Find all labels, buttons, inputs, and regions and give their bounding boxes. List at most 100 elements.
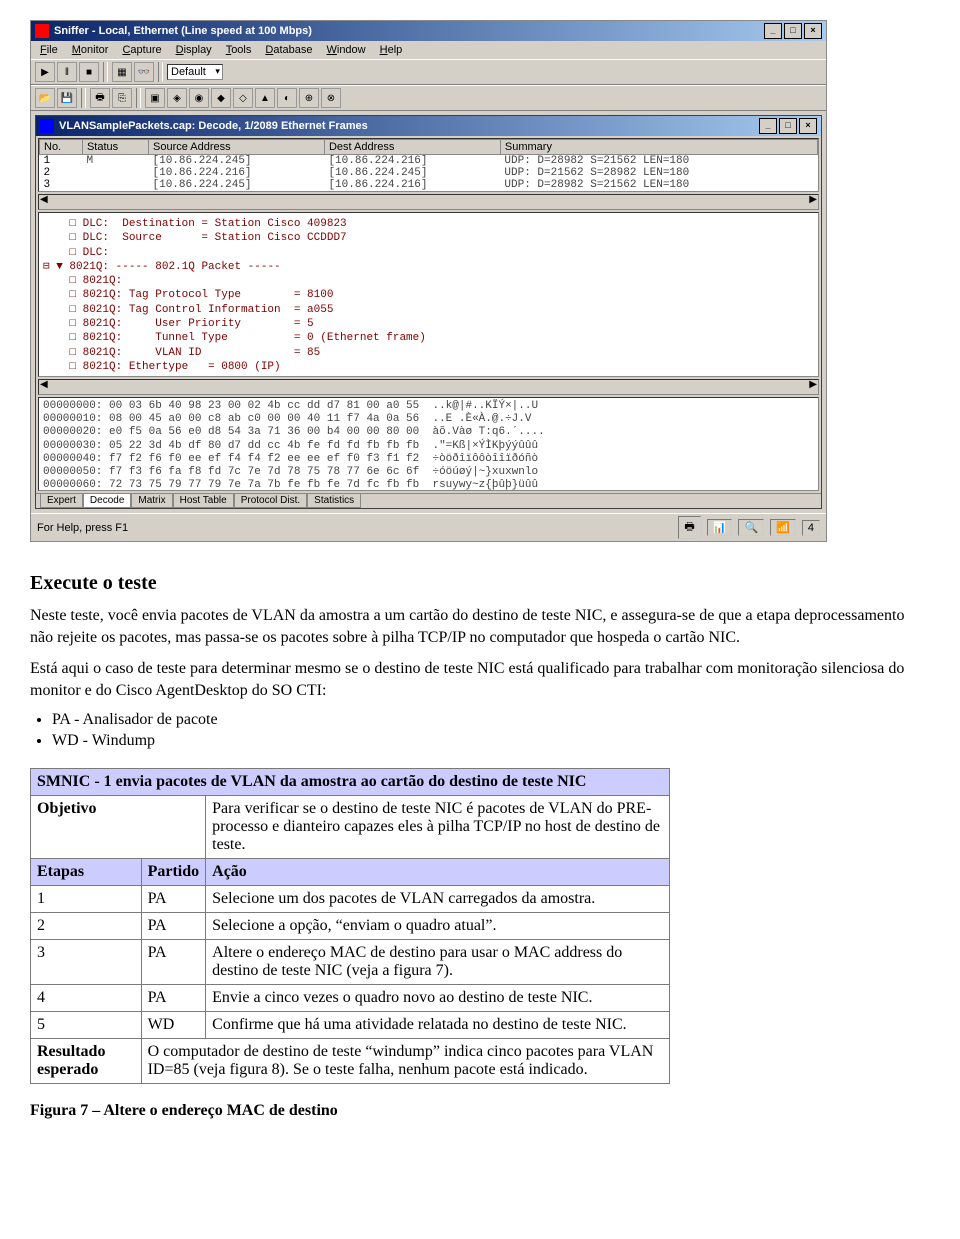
cell: [10.86.224.245] xyxy=(149,155,325,168)
maximize-button[interactable]: □ xyxy=(784,23,802,39)
decode-line: □ 8021Q: Tunnel Type = 0 (Ethernet frame… xyxy=(43,331,814,345)
figure-caption: Figura 7 – Altere o endereço MAC de dest… xyxy=(30,1102,930,1120)
menu-display[interactable]: Display xyxy=(171,43,217,57)
status-icon: 📊 xyxy=(707,519,733,536)
minimize-button[interactable]: _ xyxy=(764,23,782,39)
copy-icon[interactable]: ⎘ xyxy=(112,88,132,108)
step-number: 3 xyxy=(31,940,142,985)
list-item: WD - Windump xyxy=(52,732,930,750)
test-case-table: SMNIC - 1 envia pacotes de VLAN da amost… xyxy=(30,768,670,1084)
cell: [10.86.224.245] xyxy=(324,167,500,179)
cell: [10.86.224.216] xyxy=(149,167,325,179)
paragraph: Neste teste, você envia pacotes de VLAN … xyxy=(30,605,930,648)
tool-icon[interactable]: ▲ xyxy=(255,88,275,108)
menu-window[interactable]: Window xyxy=(321,43,370,57)
save-icon[interactable]: 💾 xyxy=(57,88,77,108)
tool-icon[interactable]: ⊕ xyxy=(299,88,319,108)
col-source[interactable]: Source Address xyxy=(149,140,325,155)
cell xyxy=(82,179,148,191)
app-titlebar: Sniffer - Local, Ethernet (Line speed at… xyxy=(31,21,826,41)
bullet-list: PA - Analisador de pacote WD - Windump xyxy=(52,711,930,750)
col-steps: Etapas xyxy=(31,859,142,886)
packet-row[interactable]: 3 [10.86.224.245] [10.86.224.216] UDP: D… xyxy=(40,179,818,191)
sub-close-button[interactable]: × xyxy=(799,118,817,134)
window-controls: _ □ × xyxy=(764,23,822,39)
play-icon[interactable]: ▶ xyxy=(35,62,55,82)
bottom-tabs: Expert Decode Matrix Host Table Protocol… xyxy=(36,493,821,508)
hex-line: 00000040: f7 f2 f6 f0 ee ef f4 f4 f2 ee … xyxy=(43,453,814,466)
step-action: Confirme que há uma atividade relatada n… xyxy=(206,1012,670,1039)
tool-icon[interactable]: ◉ xyxy=(189,88,209,108)
menu-capture[interactable]: Capture xyxy=(117,43,166,57)
step-number: 1 xyxy=(31,886,142,913)
cell xyxy=(82,167,148,179)
col-status[interactable]: Status xyxy=(82,140,148,155)
stop-icon[interactable]: ■ xyxy=(79,62,99,82)
result-row: Resultado esperado O computador de desti… xyxy=(31,1039,670,1084)
app-icon xyxy=(35,24,49,38)
toolbar-1: ▶ ‖ ■ ▦ 👓 Default xyxy=(31,59,826,85)
tool-icon[interactable]: ◇ xyxy=(233,88,253,108)
horizontal-scrollbar[interactable] xyxy=(38,194,819,210)
tool-icon[interactable]: ▣ xyxy=(145,88,165,108)
tool-icon[interactable]: ⊗ xyxy=(321,88,341,108)
print-icon[interactable]: 🖶 xyxy=(90,88,110,108)
profile-dropdown-value: Default xyxy=(171,66,206,78)
step-party: PA xyxy=(141,913,206,940)
pause-icon[interactable]: ‖ xyxy=(57,62,77,82)
tab-protocol-dist[interactable]: Protocol Dist. xyxy=(234,494,307,508)
tool-icon[interactable]: ◈ xyxy=(167,88,187,108)
status-page: 4 xyxy=(802,520,820,536)
open-icon[interactable]: 📂 xyxy=(35,88,55,108)
menu-database[interactable]: Database xyxy=(260,43,317,57)
horizontal-scrollbar[interactable] xyxy=(38,379,819,395)
decode-line: □ 8021Q: Ethertype = 0800 (IP) xyxy=(43,360,814,374)
table-row: 2 PA Selecione a opção, “enviam o quadro… xyxy=(31,913,670,940)
cell: [10.86.224.216] xyxy=(324,179,500,191)
hex-dump-pane[interactable]: 00000000: 00 03 6b 40 98 23 00 02 4b cc … xyxy=(38,397,819,491)
col-summary[interactable]: Summary xyxy=(500,140,817,155)
status-text: For Help, press F1 xyxy=(37,522,128,534)
tool-icon[interactable]: ◐ xyxy=(277,88,297,108)
packet-row[interactable]: 2 [10.86.224.216] [10.86.224.245] UDP: D… xyxy=(40,167,818,179)
step-party: PA xyxy=(141,940,206,985)
toolbar-2: 📂 💾 🖶 ⎘ ▣ ◈ ◉ ◆ ◇ ▲ ◐ ⊕ ⊗ xyxy=(31,85,826,111)
section-heading: Execute o teste xyxy=(30,572,930,595)
packet-row[interactable]: 1 M [10.86.224.245] [10.86.224.216] UDP:… xyxy=(40,155,818,168)
objective-row: Objetivo Para verificar se o destino de … xyxy=(31,796,670,859)
tool-icon[interactable]: ◆ xyxy=(211,88,231,108)
chart-icon[interactable]: ▦ xyxy=(112,62,132,82)
packet-list-pane[interactable]: No. Status Source Address Dest Address S… xyxy=(38,138,819,192)
sub-maximize-button[interactable]: □ xyxy=(779,118,797,134)
menu-monitor[interactable]: Monitor xyxy=(67,43,114,57)
table-title-row: SMNIC - 1 envia pacotes de VLAN da amost… xyxy=(31,769,670,796)
col-dest[interactable]: Dest Address xyxy=(324,140,500,155)
tab-expert[interactable]: Expert xyxy=(40,494,83,508)
decode-line: □ 8021Q: Tag Protocol Type = 8100 xyxy=(43,288,814,302)
close-button[interactable]: × xyxy=(804,23,822,39)
profile-dropdown[interactable]: Default xyxy=(167,64,223,80)
col-no[interactable]: No. xyxy=(40,140,83,155)
menu-tools[interactable]: Tools xyxy=(221,43,257,57)
tab-decode[interactable]: Decode xyxy=(83,494,131,508)
menu-file[interactable]: File xyxy=(35,43,63,57)
tab-matrix[interactable]: Matrix xyxy=(131,494,172,508)
separator xyxy=(158,62,163,82)
statusbar: For Help, press F1 🖶 📊 🔍 📶 4 xyxy=(31,513,826,541)
sub-minimize-button[interactable]: _ xyxy=(759,118,777,134)
cell: [10.86.224.245] xyxy=(149,179,325,191)
tab-host-table[interactable]: Host Table xyxy=(173,494,234,508)
menu-help[interactable]: Help xyxy=(375,43,408,57)
decode-subwindow: VLANSamplePackets.cap: Decode, 1/2089 Et… xyxy=(35,115,822,509)
decode-line: □ 8021Q: VLAN ID = 85 xyxy=(43,346,814,360)
tab-statistics[interactable]: Statistics xyxy=(307,494,361,508)
status-icon: 🖶 xyxy=(678,516,700,539)
cell: 2 xyxy=(40,167,83,179)
decode-line: □ DLC: Destination = Station Cisco 40982… xyxy=(43,217,814,231)
step-action: Envie a cinco vezes o quadro novo ao des… xyxy=(206,985,670,1012)
table-title: SMNIC - 1 envia pacotes de VLAN da amost… xyxy=(31,769,670,796)
step-action: Selecione um dos pacotes de VLAN carrega… xyxy=(206,886,670,913)
binoculars-icon[interactable]: 👓 xyxy=(134,62,154,82)
decode-tree-pane[interactable]: □ DLC: Destination = Station Cisco 40982… xyxy=(38,212,819,377)
cell: M xyxy=(82,155,148,168)
